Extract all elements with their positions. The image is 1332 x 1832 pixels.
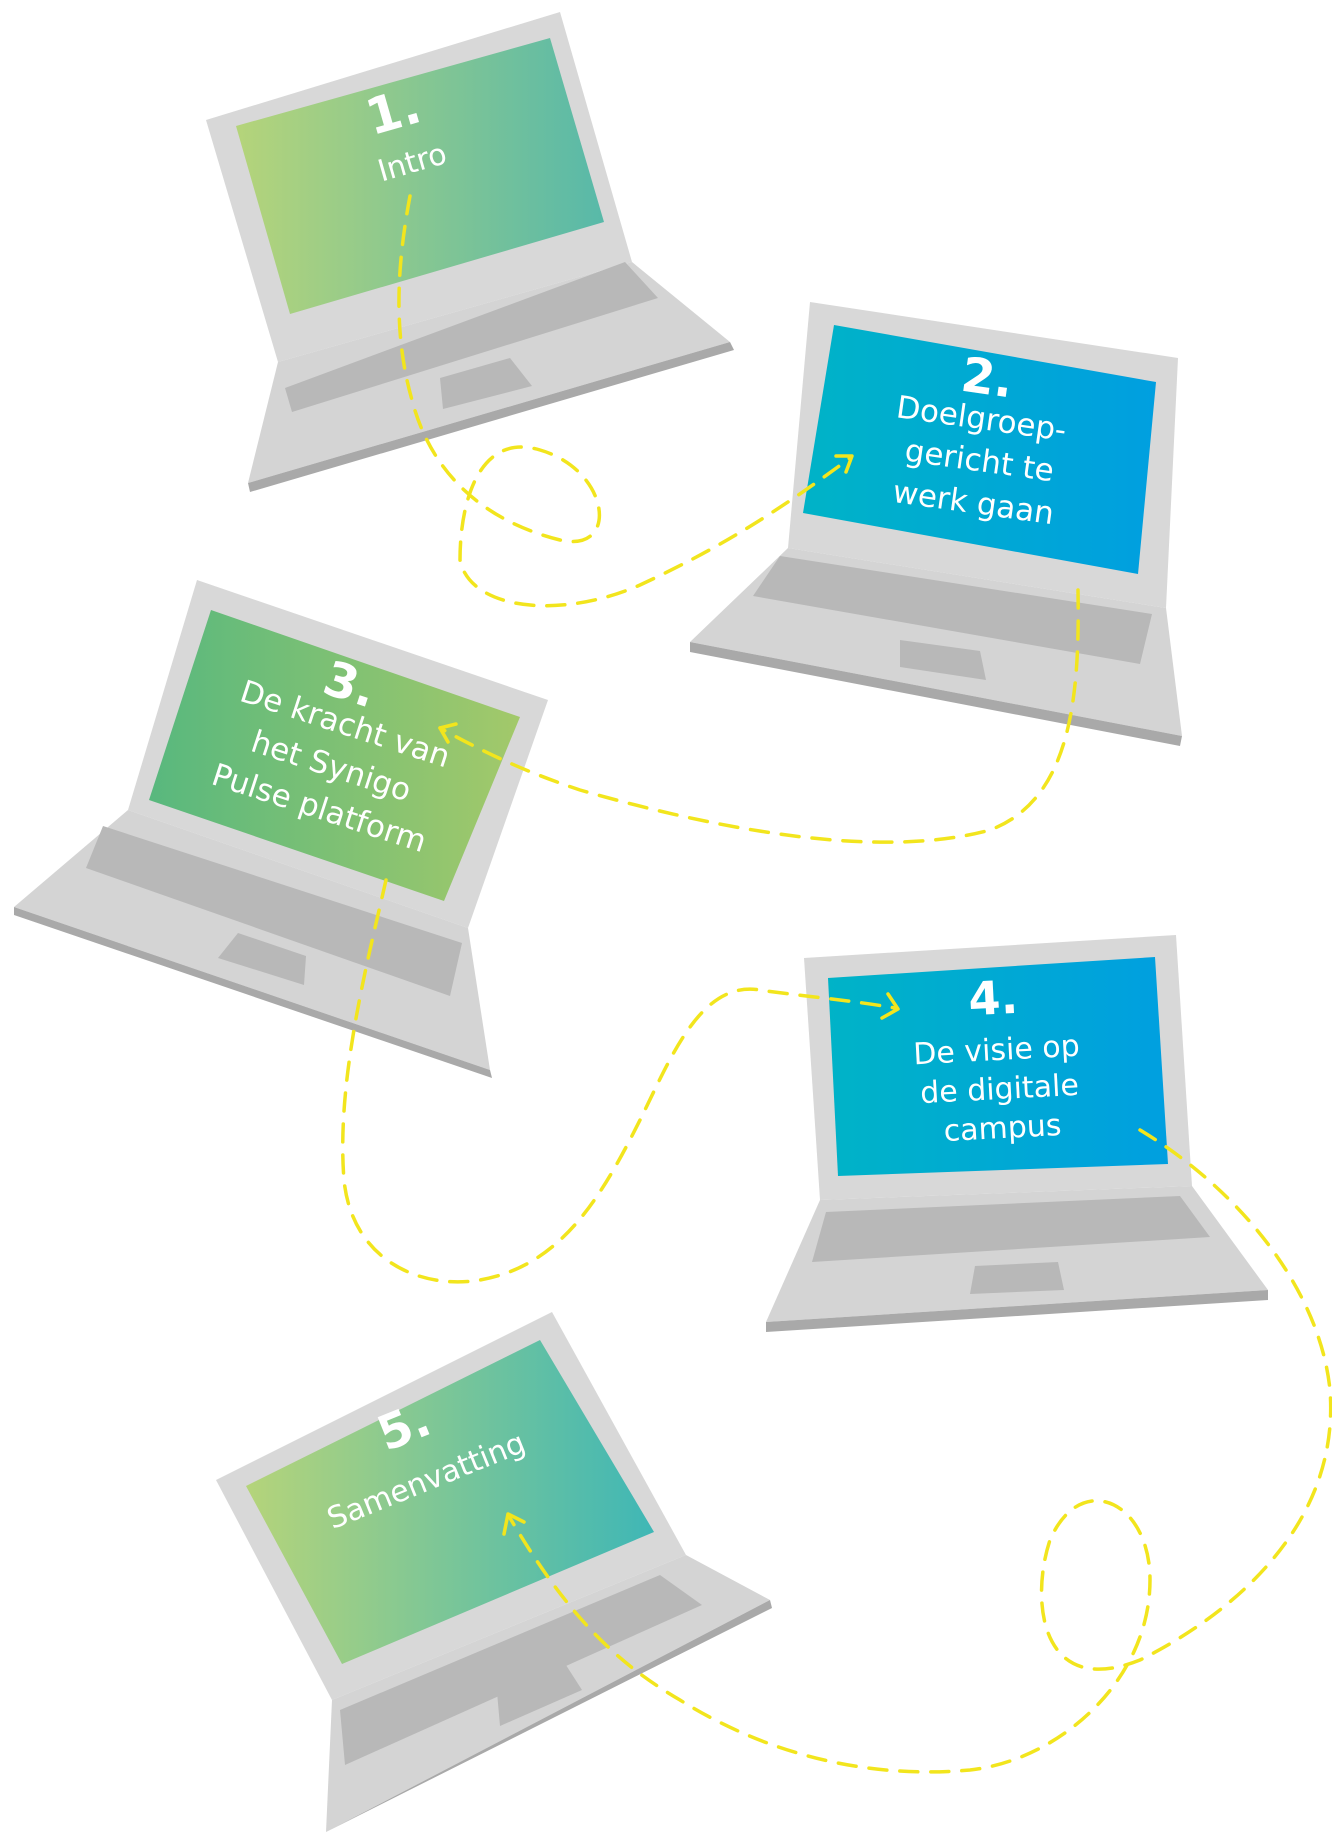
laptop-step-3: 3. De kracht van het Synigo Pulse platfo… [14,580,548,1078]
step-4-line-3: campus [943,1108,1062,1149]
roadmap-diagram: 1. Intro 2. Doelgroep- gericht te werk g… [14,12,1332,1832]
laptop-step-1: 1. Intro [206,12,734,492]
laptop-step-5: 5. Samenvatting [216,1312,772,1832]
laptop-step-2: 2. Doelgroep- gericht te werk gaan [690,302,1182,746]
laptop-step-4: 4. De visie op de digitale campus [766,935,1268,1332]
step-4-number: 4. [967,970,1019,1027]
